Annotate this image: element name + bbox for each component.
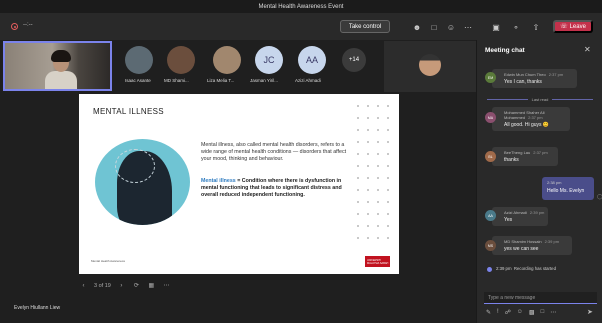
next-slide-icon[interactable]: › [117,281,126,290]
chat-message: Mohammed Shaher Ali Mohammed 2:37 pm All … [492,107,570,131]
close-icon[interactable]: ✕ [584,45,591,54]
gif-icon[interactable]: ▩ [529,309,535,316]
message-time: 2:38 pm [547,180,562,185]
avatar: BL [485,151,496,162]
system-message-time: 2:39 pm [496,266,512,271]
participant-avatar[interactable] [125,46,153,74]
shared-content-stage: MENTAL ILLNESS Mental illness, also call… [0,92,476,323]
chat-message: Edwin Mun Chum Theo 2:37 pm Yes I can, th… [492,69,577,88]
leave-label: Leave [569,23,586,30]
people-icon[interactable]: ☻ [410,20,424,34]
own-chat-message: 2:38 pm Hello Ms. Evelyn [542,177,594,200]
message-text: Yes I can, thanks [504,79,542,85]
message-sender: Azizi Ahmadi [504,210,527,215]
slide-title: MENTAL ILLNESS [93,107,164,116]
message-text: thanks [504,157,519,163]
send-icon[interactable]: ➤ [587,308,593,316]
slide-definition: Mental illness = Condition where there i… [201,178,351,199]
take-control-button[interactable]: Take control [340,20,390,33]
message-sender: BeeTheng Lau [504,150,531,155]
reactions-icon[interactable]: ☺ [444,20,458,34]
participant-avatar[interactable]: JC [255,46,283,74]
participant-avatar[interactable] [167,46,195,74]
thumbnails-icon[interactable]: ▦ [147,281,156,290]
previous-slide-icon[interactable]: ‹ [79,281,88,290]
chat-message: BeeTheng Lau 2:37 pm thanks [492,147,558,166]
active-speaker-tile[interactable] [3,41,112,91]
message-text: yes we can see [504,246,539,252]
chat-title: Meeting chat [485,47,525,54]
slide-illustration [95,139,190,225]
leave-button[interactable]: ☏ Leave [553,20,593,33]
avatar: MA [485,112,496,123]
slide-footer: Mental Health Awareness [91,259,125,263]
chat-message: MD Shamim Hossain 2:39 pm yes we can see [492,236,572,255]
message-sender: MD Shamim Hossain [504,239,542,244]
meeting-timer: --:-- [23,22,33,28]
message-text: Hello Ms. Evelyn [547,188,585,194]
avatar: MS [485,240,496,251]
participant-name: MD Shami... [164,78,189,83]
compose-toolbar: ✎ ! ☍ ☺ ▩ □ ⋯ [486,309,556,316]
message-time: 2:37 pm [548,72,564,77]
participant-name: Jasman Yiril... [250,78,279,83]
slide-navigation: ‹ 3 of 19 › ⟳ ▦ ⋯ [79,281,171,290]
participant-video [419,54,441,76]
participant-name: Liza Melia T... [207,78,235,83]
window-title: Mental Health Awareness Event [258,3,344,10]
participant-avatar[interactable] [213,46,241,74]
more-options-icon[interactable]: ⋯ [550,309,556,316]
recording-icon [487,267,492,272]
window-title-bar: Mental Health Awareness Event [0,0,602,13]
message-time: 2:39 pm [544,239,560,244]
participant-name: Azizi Ahmadi [295,78,321,83]
message-time: 2:39 pm [529,210,545,215]
participant-name: Isaac Asante [125,78,151,83]
share-icon[interactable]: ⇧ [529,20,543,34]
slide-page-indicator: 3 of 19 [94,282,111,289]
definition-keyword: Mental illness [201,178,236,184]
chat-icon[interactable]: □ [427,20,441,34]
chat-message: Azizi Ahmadi 2:39 pm Yes [492,207,548,226]
participants-strip: Isaac Asante MD Shami... Liza Melia T...… [0,40,476,92]
system-message: 2:39 pm Recording has started [487,266,576,272]
brain-icon [115,149,155,183]
message-text: All good. Hi guys [504,122,542,128]
sync-icon[interactable]: ⟳ [132,281,141,290]
pinned-participant-tile[interactable] [384,41,476,92]
avatar: AA [485,210,496,221]
attach-icon[interactable]: ☍ [505,309,511,316]
participant-avatar[interactable]: AA [298,46,326,74]
mic-icon[interactable]: ⚬ [509,20,523,34]
more-icon[interactable]: ⋯ [461,20,475,34]
sticker-icon[interactable]: □ [541,309,545,316]
logo-text: UNIVERSITI MALAYSIA SABAH [367,258,389,265]
emoji-icon[interactable]: ☺ [517,309,523,316]
presentation-slide: MENTAL ILLNESS Mental illness, also call… [79,94,399,274]
university-logo: UNIVERSITI MALAYSIA SABAH [365,256,390,267]
seen-icon: ◯ [597,194,602,200]
message-input[interactable]: Type a new message [484,292,597,304]
camera-icon[interactable]: ▣ [489,20,503,34]
meeting-chat-panel: Meeting chat ✕ EM Edwin Mun Chum Theo 2:3… [476,40,602,323]
last-read-label: Last read [531,96,549,102]
system-message-text: Recording has started [513,266,556,271]
avatar: EM [485,72,496,83]
message-sender: Edwin Mun Chum Theo [504,72,546,77]
message-time: 2:37 pm [528,115,543,120]
presenter-name: Evelyn Hiullann Liew [14,305,61,311]
phone-icon: ☏ [560,24,568,30]
slide-description: Mental illness, also called mental healt… [201,142,347,162]
last-read-divider: Last read [487,95,593,103]
format-icon[interactable]: ✎ [486,309,491,316]
recording-indicator-icon [11,23,18,30]
message-text: Yes [504,217,513,223]
speaker-body [45,71,77,89]
more-participants-button[interactable]: +14 [342,48,366,72]
decorative-dot-grid [353,100,395,240]
message-time: 2:37 pm [533,150,548,155]
more-options-icon[interactable]: ⋯ [162,281,171,290]
exclamation-icon[interactable]: ! [497,309,499,316]
smile-emoji-icon: 😊 [542,122,550,128]
